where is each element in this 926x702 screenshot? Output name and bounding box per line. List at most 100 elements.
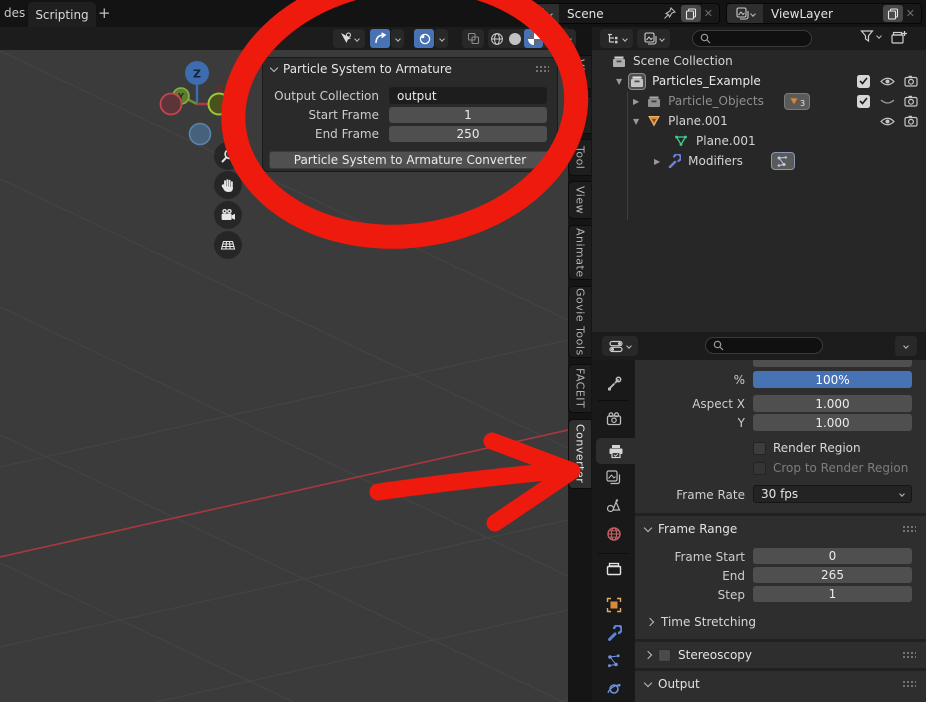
printer-icon — [608, 444, 624, 459]
tab-tool-settings[interactable] — [606, 376, 622, 392]
aspect-y-field[interactable]: 1.000 — [753, 414, 912, 431]
tab-tool[interactable]: Tool — [568, 139, 591, 176]
orthographic-toggle-button[interactable] — [214, 231, 242, 259]
disclosure-triangle-icon[interactable]: ▶ — [654, 157, 660, 166]
outliner-row-modifiers[interactable]: ▶ Modifiers — [592, 151, 926, 171]
start-frame-input[interactable]: 1 — [389, 107, 547, 123]
outliner-row-particles-example[interactable]: ▼ Particles_Example — [592, 71, 926, 91]
shading-material-button[interactable] — [524, 29, 543, 48]
viewlayer-name[interactable]: ViewLayer — [763, 7, 883, 21]
row-label: Plane.001 — [668, 114, 728, 128]
proportional-edit-toggle[interactable] — [370, 29, 390, 48]
shading-dropdown[interactable] — [561, 37, 576, 41]
drag-dots-icon[interactable] — [535, 65, 549, 73]
tab-physics-properties[interactable] — [606, 681, 622, 697]
navigation-gizmo[interactable]: Z Y X — [156, 58, 248, 150]
disclosure-triangle-icon[interactable]: ▼ — [633, 117, 639, 126]
outliner-display-mode-dropdown[interactable] — [600, 29, 633, 48]
properties-options-dropdown[interactable] — [895, 336, 917, 356]
frame-step-field[interactable]: 1 — [753, 586, 912, 602]
tab-viewlayer-properties[interactable] — [606, 470, 621, 485]
viewlayer-type-dropdown[interactable] — [727, 4, 763, 23]
frame-start-field[interactable]: 0 — [753, 548, 912, 564]
eye-icon[interactable] — [880, 116, 895, 127]
panel-header[interactable]: Particle System to Armature — [263, 58, 557, 80]
shading-wireframe-button[interactable] — [488, 32, 506, 46]
pan-button[interactable] — [214, 171, 242, 199]
eye-closed-icon[interactable] — [880, 96, 895, 107]
tab-object-properties[interactable] — [606, 597, 622, 613]
pin-icon[interactable] — [663, 7, 676, 20]
camera-visibility-icon[interactable] — [904, 95, 918, 107]
shading-rendered-button[interactable] — [543, 33, 561, 45]
outliner-filter-button[interactable] — [860, 29, 881, 43]
scene-name[interactable]: Scene — [559, 7, 663, 21]
zoom-button[interactable] — [214, 142, 242, 170]
disclosure-triangle-icon[interactable]: ▶ — [633, 97, 639, 106]
select-tool-dropdown[interactable] — [333, 29, 365, 48]
camera-visibility-icon[interactable] — [904, 75, 918, 87]
falloff-dropdown[interactable] — [435, 29, 448, 48]
add-workspace-button[interactable]: + — [98, 4, 111, 22]
frame-range-header[interactable]: Frame Range — [635, 516, 926, 542]
output-collection-input[interactable]: output — [389, 87, 547, 104]
tab-vrm[interactable]: VRM — [568, 55, 591, 89]
frame-rate-dropdown[interactable]: 30 fps — [753, 485, 912, 503]
outliner-row-particle-objects[interactable]: ▶ Particle_Objects 3 — [592, 91, 926, 111]
end-frame-input[interactable]: 250 — [389, 126, 547, 142]
outliner-row-plane-object[interactable]: ▼ Plane.001 — [592, 111, 926, 131]
drag-dots-icon[interactable] — [902, 525, 916, 533]
outliner-filter-mode-dropdown[interactable] — [637, 29, 670, 48]
aspect-x-field[interactable]: 1.000 — [753, 395, 912, 412]
tab-animate[interactable]: Animate — [568, 225, 591, 280]
scene-type-dropdown[interactable] — [525, 4, 559, 23]
proportional-edit-dropdown[interactable] — [391, 29, 404, 48]
exclude-checkbox[interactable] — [857, 95, 870, 108]
tab-particle-properties[interactable] — [606, 653, 622, 669]
render-pass-button[interactable] — [462, 29, 484, 48]
converter-button[interactable]: Particle System to Armature Converter — [269, 151, 551, 169]
workspace-tab-partial[interactable]: des — [4, 6, 25, 20]
tab-modifier-properties[interactable] — [606, 625, 622, 641]
stereoscopy-checkbox[interactable] — [658, 649, 671, 662]
new-viewlayer-button[interactable] — [883, 5, 903, 22]
percent-slider[interactable]: 100% — [753, 371, 912, 388]
outliner-search-input[interactable] — [692, 30, 812, 47]
frame-end-field[interactable]: 265 — [753, 567, 912, 583]
output-header[interactable]: Output — [635, 671, 926, 697]
viewport-3d[interactable]: Z Y X Particle System to Armature Output… — [0, 50, 568, 702]
tab-world-properties[interactable] — [606, 526, 622, 542]
tab-collection-properties[interactable] — [606, 562, 622, 576]
shading-solid-button[interactable] — [506, 33, 524, 45]
close-icon[interactable]: ✕ — [704, 7, 713, 20]
render-region-checkbox[interactable] — [753, 442, 766, 455]
new-collection-button[interactable] — [890, 29, 908, 47]
tab-converter[interactable]: Converter — [568, 419, 591, 489]
tab-govie-tools[interactable]: Govie Tools — [568, 286, 591, 358]
properties-editor-type-dropdown[interactable] — [602, 336, 638, 356]
time-stretching-header[interactable]: Time Stretching — [647, 615, 756, 629]
tab-render-properties[interactable] — [606, 412, 622, 426]
drag-dots-icon[interactable] — [902, 651, 916, 659]
resolution-y-field-partial[interactable] — [753, 360, 912, 367]
outliner-row-plane-meshdata[interactable]: Plane.001 — [592, 131, 926, 151]
eye-icon[interactable] — [880, 76, 895, 87]
new-scene-button[interactable] — [681, 5, 701, 22]
disclosure-triangle-icon[interactable]: ▼ — [616, 77, 622, 86]
tab-scene-properties[interactable] — [606, 498, 621, 513]
falloff-toggle[interactable] — [414, 29, 434, 48]
tab-output-properties-active[interactable] — [596, 438, 635, 464]
workspace-tab-scripting[interactable]: Scripting — [28, 2, 96, 27]
crop-checkbox[interactable] — [753, 462, 766, 475]
close-icon[interactable]: ✕ — [906, 7, 915, 20]
tab-item[interactable]: Item — [568, 96, 591, 134]
camera-view-button[interactable] — [214, 201, 242, 229]
outliner-row-scene-collection[interactable]: Scene Collection — [592, 51, 926, 71]
properties-search-input[interactable] — [705, 337, 823, 354]
tab-faceit[interactable]: FACEIT — [568, 364, 591, 413]
tab-view[interactable]: View — [568, 181, 591, 219]
camera-visibility-icon[interactable] — [904, 115, 918, 127]
stereoscopy-header[interactable]: Stereoscopy — [635, 642, 926, 668]
drag-dots-icon[interactable] — [902, 680, 916, 688]
exclude-checkbox[interactable] — [857, 75, 870, 88]
